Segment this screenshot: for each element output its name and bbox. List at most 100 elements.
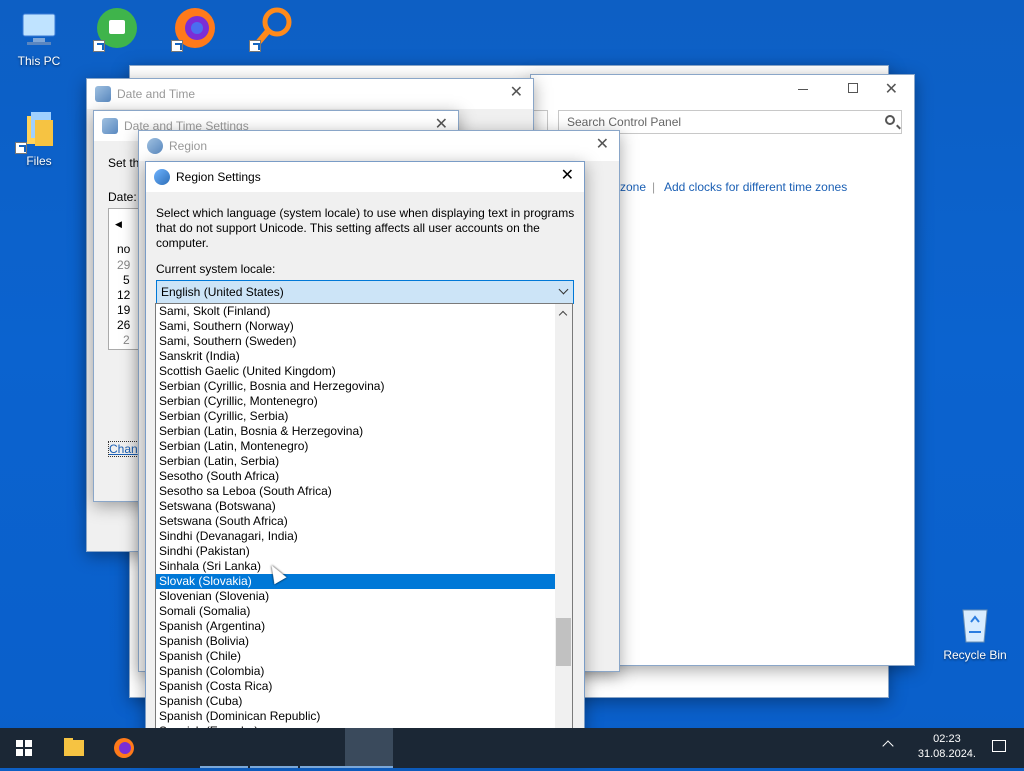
taskbar-app-active-4[interactable] <box>345 728 393 768</box>
locale-option[interactable]: Sami, Skolt (Finland) <box>156 304 555 319</box>
calendar-prev-icon[interactable]: ◀ <box>115 219 122 230</box>
locale-option[interactable]: Spanish (Bolivia) <box>156 634 555 649</box>
calendar-cell[interactable]: 19 <box>117 303 130 317</box>
folder-icon <box>64 738 84 756</box>
computer-icon <box>17 8 61 52</box>
firefox-icon <box>171 6 217 52</box>
locale-option[interactable]: Serbian (Cyrillic, Serbia) <box>156 409 555 424</box>
change-calendar-link[interactable]: Chan <box>108 441 139 457</box>
scrollbar-thumb[interactable] <box>556 618 571 666</box>
recycle-bin-icon <box>953 602 997 646</box>
shortcut-arrow-icon <box>249 40 261 52</box>
locale-option[interactable]: Sesotho sa Leboa (South Africa) <box>156 484 555 499</box>
search-icon <box>885 115 895 125</box>
clock-app-icon <box>102 118 118 134</box>
locale-option[interactable]: Spanish (Cuba) <box>156 694 555 709</box>
notifications-icon[interactable] <box>992 740 1006 752</box>
maximize-icon[interactable] <box>848 83 858 93</box>
calendar-cell[interactable]: 5 <box>123 273 130 287</box>
titlebar: Date and Time ✕ <box>87 79 533 109</box>
folder-icon <box>15 108 61 154</box>
calendar-cell[interactable]: 2 <box>123 333 130 347</box>
titlebar: Region Settings ✕ <box>146 162 584 192</box>
locale-option[interactable]: Sindhi (Devanagari, India) <box>156 529 555 544</box>
scroll-up-icon[interactable] <box>558 310 568 320</box>
close-icon[interactable]: ✕ <box>596 137 609 153</box>
calendar-cell[interactable]: 12 <box>117 288 130 302</box>
locale-option[interactable]: Slovenian (Slovenia) <box>156 589 555 604</box>
locale-option[interactable]: Sami, Southern (Norway) <box>156 319 555 334</box>
globe-icon <box>154 169 170 185</box>
locale-option[interactable]: Spanish (Dominican Republic) <box>156 709 555 724</box>
link-separator: | <box>652 180 656 194</box>
locale-description: Select which language (system locale) to… <box>156 206 575 250</box>
locale-option[interactable]: Serbian (Latin, Serbia) <box>156 454 555 469</box>
close-icon[interactable]: ✕ <box>561 168 574 184</box>
desktop-icon-files[interactable]: Files <box>4 108 74 168</box>
minimize-icon[interactable] <box>798 89 808 90</box>
locale-option[interactable]: Sami, Southern (Sweden) <box>156 334 555 349</box>
locale-option[interactable]: Sanskrit (India) <box>156 349 555 364</box>
window-title: Region Settings <box>176 170 261 184</box>
cloud-app-icon <box>93 6 139 52</box>
current-locale-label: Current system locale: <box>156 262 276 276</box>
window-title: Region <box>169 139 208 153</box>
window-title: Date and Time <box>117 87 196 101</box>
taskbar-app-active-1[interactable] <box>200 728 248 768</box>
locale-option[interactable]: Slovak (Slovakia) <box>156 574 555 589</box>
calendar-cell: no <box>117 242 131 256</box>
titlebar: Region ✕ <box>139 131 619 161</box>
magnifier-app-icon <box>249 6 295 52</box>
locale-option[interactable]: Setswana (South Africa) <box>156 514 555 529</box>
locale-option[interactable]: Sesotho (South Africa) <box>156 469 555 484</box>
taskbar-app-active-3[interactable] <box>300 728 348 768</box>
desktop-icon-label: Recycle Bin <box>943 648 1007 662</box>
clock-date: 31.08.2024. <box>917 748 976 760</box>
locale-dropdown-list[interactable]: Sami, Skolt (Finland) Sami, Southern (Nor… <box>155 303 573 755</box>
scrollbar[interactable] <box>555 304 572 754</box>
locale-option[interactable]: Serbian (Latin, Montenegro) <box>156 439 555 454</box>
taskbar-app-edge[interactable] <box>150 728 198 768</box>
set-date-text: Set th <box>108 156 140 170</box>
calendar-cell[interactable]: 29 <box>117 258 130 272</box>
desktop-icon-app-1[interactable] <box>82 6 152 52</box>
date-label: Date: <box>108 190 137 204</box>
taskbar-app-active-2[interactable] <box>250 728 298 768</box>
shortcut-arrow-icon <box>93 40 105 52</box>
system-locale-select[interactable]: English (United States) <box>156 280 574 304</box>
windows-logo-icon <box>16 740 32 756</box>
locale-option[interactable]: Serbian (Cyrillic, Bosnia and Herzegovin… <box>156 379 555 394</box>
chevron-up-icon[interactable] <box>882 740 894 752</box>
globe-icon <box>147 138 163 154</box>
locale-option[interactable]: Sinhala (Sri Lanka) <box>156 559 555 574</box>
taskbar: 02:23 31.08.2024. <box>0 728 1024 768</box>
close-icon[interactable]: ✕ <box>885 79 898 99</box>
close-icon[interactable]: ✕ <box>510 85 523 101</box>
locale-option[interactable]: Setswana (Botswana) <box>156 499 555 514</box>
desktop-icon-this-pc[interactable]: This PC <box>4 8 74 68</box>
shortcut-arrow-icon <box>171 40 183 52</box>
locale-option[interactable]: Serbian (Latin, Bosnia & Herzegovina) <box>156 424 555 439</box>
system-clock[interactable]: 02:23 31.08.2024. <box>918 732 976 762</box>
chevron-down-icon <box>558 284 569 295</box>
desktop-icon-firefox[interactable] <box>160 6 230 52</box>
system-locale-value: English (United States) <box>161 285 284 299</box>
add-clocks-link[interactable]: Add clocks for different time zones <box>664 180 847 194</box>
start-button[interactable] <box>0 728 48 768</box>
time-zone-link[interactable]: zone <box>620 180 646 194</box>
locale-option[interactable]: Spanish (Argentina) <box>156 619 555 634</box>
locale-option[interactable]: Spanish (Costa Rica) <box>156 679 555 694</box>
locale-option[interactable]: Spanish (Colombia) <box>156 664 555 679</box>
locale-option[interactable]: Somali (Somalia) <box>156 604 555 619</box>
locale-option[interactable]: Spanish (Chile) <box>156 649 555 664</box>
taskbar-firefox[interactable] <box>100 728 148 768</box>
calendar-cell[interactable]: 26 <box>117 318 130 332</box>
locale-option[interactable]: Sindhi (Pakistan) <box>156 544 555 559</box>
desktop-icon-recycle-bin[interactable]: Recycle Bin <box>940 602 1010 662</box>
taskbar-file-explorer[interactable] <box>50 728 98 768</box>
locale-option[interactable]: Serbian (Cyrillic, Montenegro) <box>156 394 555 409</box>
locale-option[interactable]: Scottish Gaelic (United Kingdom) <box>156 364 555 379</box>
clock-app-icon <box>95 86 111 102</box>
desktop-icon-search-app[interactable] <box>238 6 308 52</box>
desktop-icon-label: Files <box>26 154 52 168</box>
